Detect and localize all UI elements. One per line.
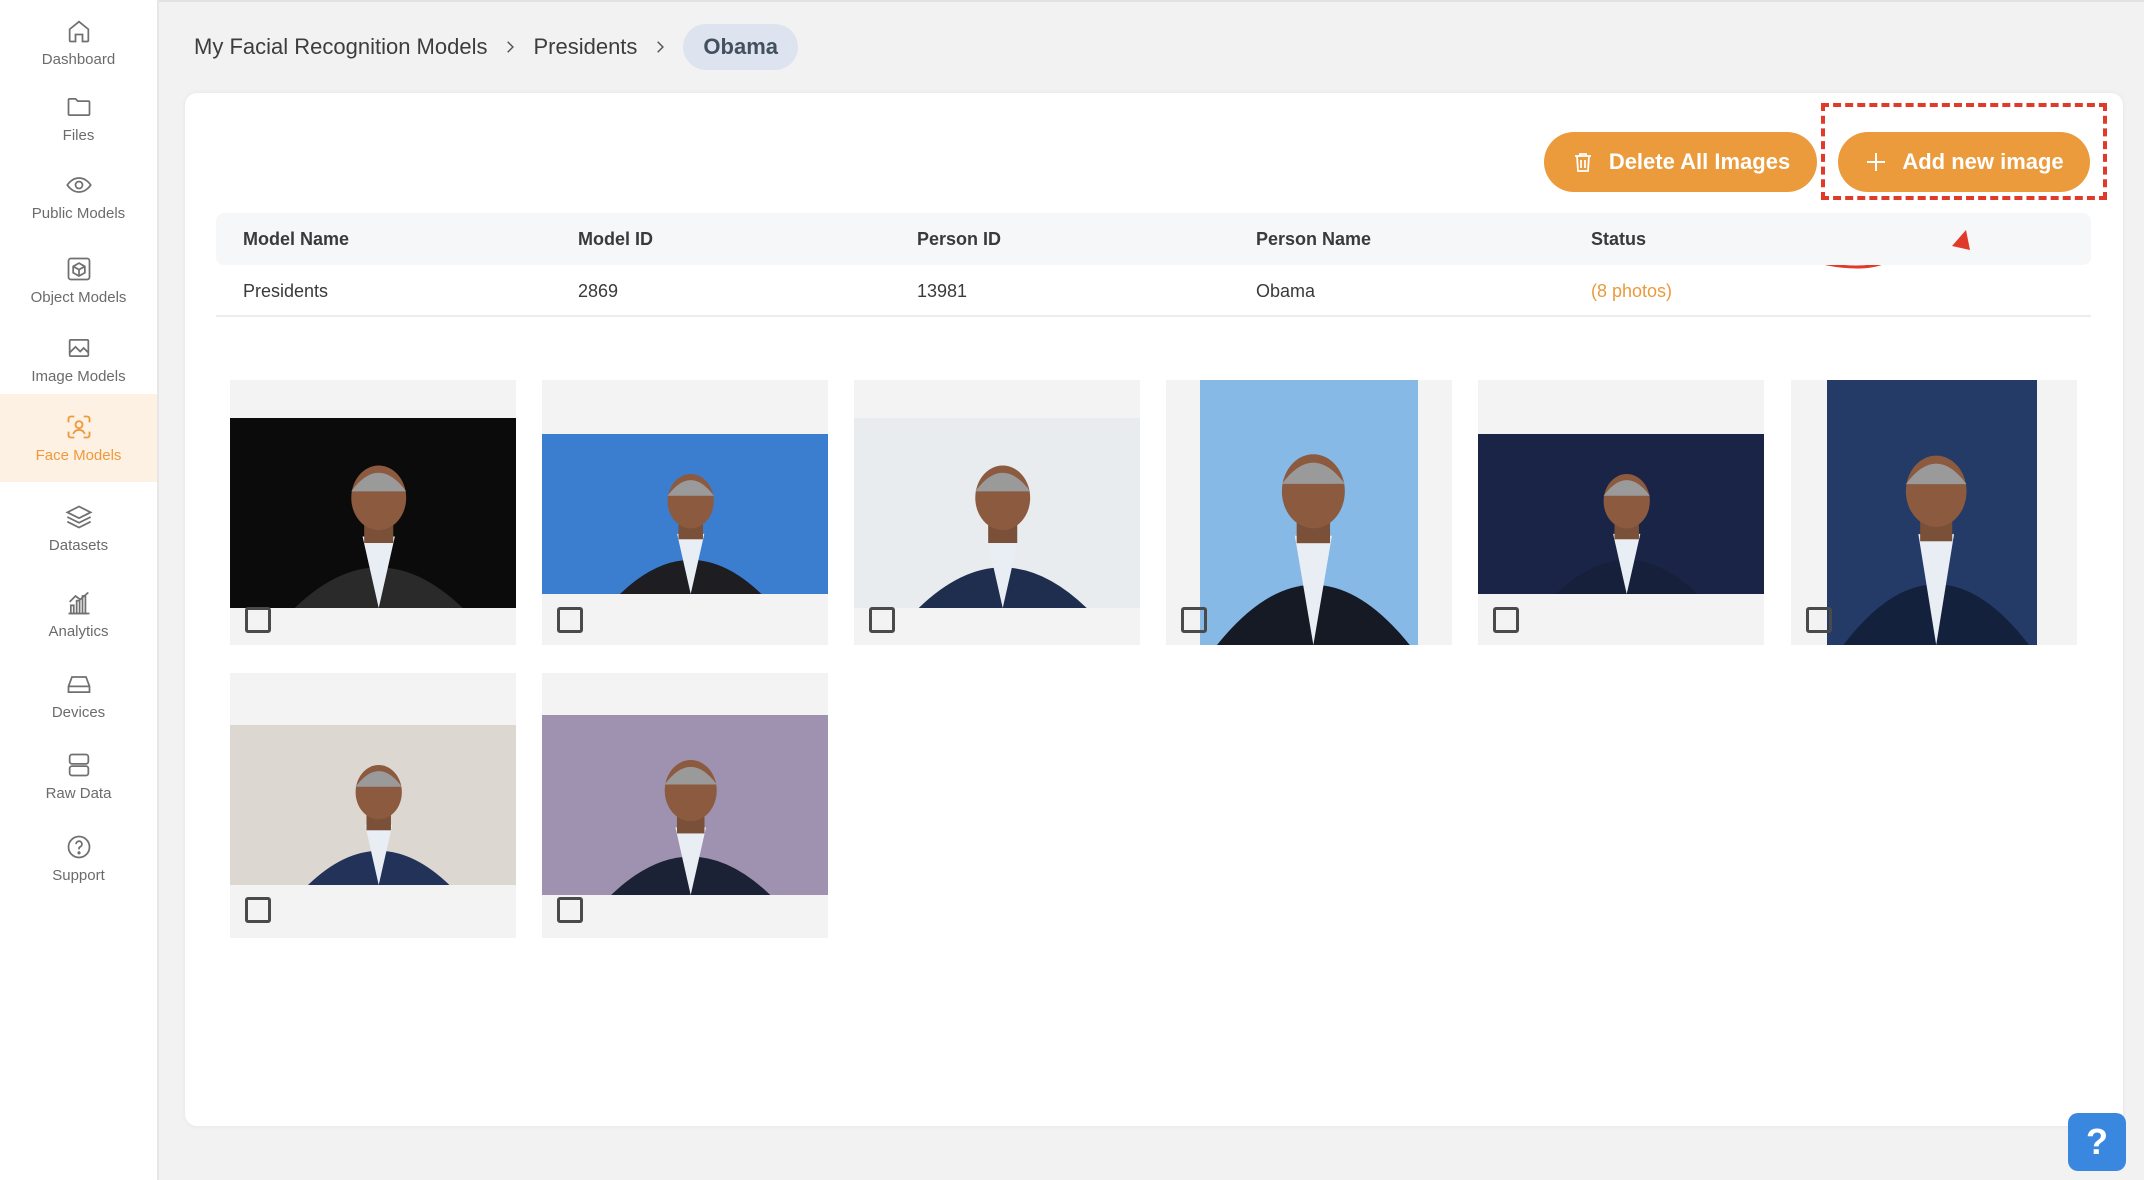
- sidebar-item-label: Face Models: [35, 446, 122, 464]
- column-header: Model Name: [243, 229, 350, 249]
- layers-icon: [64, 505, 93, 528]
- image-tile[interactable]: [854, 380, 1140, 645]
- trash-icon: [1574, 153, 1591, 172]
- add-new-image-button[interactable]: Add new image: [1838, 132, 2090, 192]
- help-circle-icon: [67, 835, 90, 858]
- chevron-right-icon: [657, 41, 665, 53]
- image-tile[interactable]: [542, 380, 828, 645]
- image-tile[interactable]: [542, 673, 828, 938]
- sidebar: Dashboard Files Public Models Object Mod…: [0, 0, 159, 1180]
- column-header: Person Name: [1256, 229, 1372, 249]
- sidebar-item-label: Public Models: [31, 204, 126, 222]
- sidebar-item-label: Support: [52, 866, 105, 884]
- sidebar-item-label: Devices: [51, 703, 106, 721]
- sidebar-item-label: Image Models: [31, 367, 126, 385]
- delete-all-images-button[interactable]: Delete All Images: [1544, 132, 1817, 192]
- home-icon: [68, 20, 89, 42]
- image-icon: [68, 338, 89, 357]
- image-select-checkbox[interactable]: [869, 607, 895, 633]
- table-cell-model-name: Presidents: [243, 281, 329, 301]
- database-icon: [68, 753, 89, 776]
- table-row: Presidents 2869 13981 Obama (8 photos): [216, 265, 2091, 317]
- breadcrumb-item-presidents[interactable]: Presidents: [533, 34, 637, 60]
- sidebar-item-dashboard[interactable]: Dashboard: [0, 8, 157, 76]
- image-select-checkbox[interactable]: [245, 607, 271, 633]
- face-photo[interactable]: [230, 418, 516, 608]
- face-photo[interactable]: [854, 418, 1140, 608]
- image-tile[interactable]: [1478, 380, 1764, 645]
- column-header: Status: [1591, 229, 1647, 249]
- delete-all-images-label: Delete All Images: [1608, 149, 1791, 174]
- table-cell-person-id: 13981: [917, 281, 968, 301]
- add-new-image-label: Add new image: [1902, 149, 2064, 174]
- sidebar-item-label: Object Models: [30, 288, 127, 306]
- image-tile[interactable]: [230, 673, 516, 938]
- image-select-checkbox[interactable]: [245, 897, 271, 923]
- face-photo[interactable]: [1200, 380, 1418, 645]
- sidebar-item-datasets[interactable]: Datasets: [0, 492, 157, 564]
- folder-icon: [67, 97, 90, 116]
- table-header: Model Name Model ID Person ID Person Nam…: [216, 213, 2091, 265]
- arrowhead-icon: [1952, 230, 1970, 250]
- sidebar-item-label: Analytics: [48, 622, 109, 640]
- chevron-right-icon: [507, 41, 515, 53]
- table-cell-model-id: 2869: [578, 281, 619, 301]
- breadcrumb-current: Obama: [683, 24, 799, 70]
- help-button[interactable]: ?: [2068, 1113, 2126, 1171]
- image-select-checkbox[interactable]: [1181, 607, 1207, 633]
- sidebar-item-label: Datasets: [48, 536, 109, 554]
- sidebar-item-label: Dashboard: [41, 50, 116, 68]
- column-header: Person ID: [917, 229, 1002, 249]
- face-scan-icon: [67, 415, 90, 438]
- table-cell-person-name: Obama: [1256, 281, 1316, 301]
- image-select-checkbox[interactable]: [1806, 607, 1832, 633]
- breadcrumb-item-models[interactable]: My Facial Recognition Models: [194, 34, 487, 60]
- breadcrumb: My Facial Recognition Models Presidents …: [194, 24, 799, 70]
- sidebar-item-face-models[interactable]: Face Models: [0, 394, 157, 482]
- image-select-checkbox[interactable]: [557, 607, 583, 633]
- image-select-checkbox[interactable]: [557, 897, 583, 923]
- image-select-checkbox[interactable]: [1493, 607, 1519, 633]
- sidebar-item-support[interactable]: Support: [0, 820, 157, 896]
- chart-icon: [68, 591, 89, 614]
- model-detail-card: Delete All Images Add new image Model Na…: [185, 93, 2123, 1126]
- top-divider: [159, 0, 2144, 2]
- cube-icon: [67, 257, 90, 280]
- eye-icon: [65, 176, 92, 193]
- sidebar-item-raw-data[interactable]: Raw Data: [0, 738, 157, 814]
- sidebar-item-files[interactable]: Files: [0, 84, 157, 152]
- face-photo[interactable]: [230, 725, 516, 885]
- face-photo[interactable]: [542, 434, 828, 594]
- image-tile[interactable]: [1166, 380, 1452, 645]
- sidebar-item-label: Files: [62, 126, 95, 144]
- face-photo[interactable]: [1827, 380, 2037, 645]
- sidebar-item-public-models[interactable]: Public Models: [0, 162, 157, 230]
- face-photo[interactable]: [542, 715, 828, 895]
- sidebar-item-label: Raw Data: [45, 784, 112, 802]
- drive-icon: [67, 675, 90, 693]
- sidebar-item-analytics[interactable]: Analytics: [0, 576, 157, 652]
- plus-icon: [1867, 153, 1886, 171]
- sidebar-item-devices[interactable]: Devices: [0, 660, 157, 730]
- sidebar-item-image-models[interactable]: Image Models: [0, 326, 157, 392]
- column-header: Model ID: [578, 229, 653, 249]
- face-photo[interactable]: [1478, 434, 1764, 594]
- image-tile[interactable]: [1791, 380, 2077, 645]
- sidebar-item-object-models[interactable]: Object Models: [0, 244, 157, 316]
- table-cell-status[interactable]: (8 photos): [1591, 281, 1672, 302]
- image-tile[interactable]: [230, 380, 516, 645]
